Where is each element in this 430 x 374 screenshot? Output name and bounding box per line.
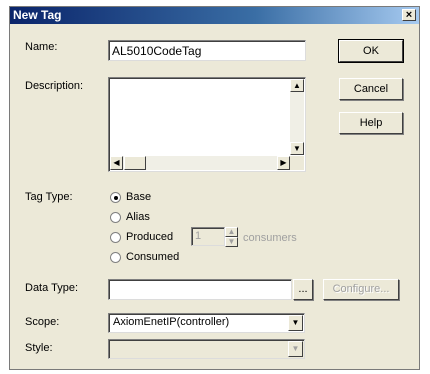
radio-produced[interactable] bbox=[110, 232, 121, 243]
description-horizontal-scrollbar[interactable]: ◀ ▶ bbox=[110, 156, 290, 170]
spin-up-icon: ▲ bbox=[227, 227, 236, 236]
name-input[interactable]: AL5010CodeTag bbox=[108, 40, 306, 61]
scroll-left-icon: ◀ bbox=[113, 158, 120, 167]
radio-produced-label[interactable]: Produced bbox=[126, 231, 173, 243]
scope-label: Scope: bbox=[25, 316, 60, 328]
radio-alias-label[interactable]: Alias bbox=[126, 211, 150, 223]
description-vertical-scrollbar[interactable]: ▲ ▼ bbox=[290, 79, 304, 155]
scroll-up-button[interactable]: ▲ bbox=[290, 79, 304, 92]
dialog-title: New Tag bbox=[13, 8, 62, 22]
scroll-left-button[interactable]: ◀ bbox=[110, 156, 123, 170]
scroll-right-button[interactable]: ▶ bbox=[277, 156, 290, 170]
scroll-thumb[interactable] bbox=[124, 156, 146, 170]
consumers-value: 1 bbox=[195, 230, 202, 242]
ok-button[interactable]: OK bbox=[338, 39, 404, 63]
scope-value: AxiomEnetIP(controller) bbox=[113, 316, 230, 328]
data-type-input[interactable] bbox=[108, 279, 292, 300]
data-type-label: Data Type: bbox=[25, 282, 78, 294]
consumers-spin-up[interactable]: ▲ bbox=[225, 227, 238, 237]
scope-dropdown-button[interactable]: ▼ bbox=[288, 315, 303, 331]
cancel-button[interactable]: Cancel bbox=[339, 78, 403, 100]
radio-consumed[interactable] bbox=[110, 252, 121, 263]
name-label: Name: bbox=[25, 41, 58, 53]
help-button[interactable]: Help bbox=[339, 112, 403, 134]
scroll-up-icon: ▲ bbox=[293, 81, 301, 90]
close-button[interactable]: × bbox=[402, 9, 416, 21]
name-value: AL5010CodeTag bbox=[112, 44, 202, 58]
scope-select[interactable]: AxiomEnetIP(controller) ▼ bbox=[108, 313, 305, 333]
browse-data-type-button[interactable]: ... bbox=[293, 279, 313, 300]
tag-type-label: Tag Type: bbox=[25, 191, 73, 203]
spin-down-icon: ▼ bbox=[227, 237, 236, 246]
scroll-down-button[interactable]: ▼ bbox=[290, 142, 304, 155]
description-label: Description: bbox=[25, 80, 84, 92]
consumers-label: consumers bbox=[243, 232, 297, 244]
style-select[interactable]: ▼ bbox=[108, 339, 305, 359]
scroll-down-icon: ▼ bbox=[293, 144, 301, 153]
configure-button[interactable]: Configure... bbox=[323, 279, 399, 300]
dropdown-icon: ▼ bbox=[291, 318, 300, 327]
radio-consumed-label[interactable]: Consumed bbox=[126, 251, 179, 263]
consumers-spin-down[interactable]: ▼ bbox=[225, 237, 238, 247]
scrollbar-corner bbox=[290, 156, 304, 170]
style-label: Style: bbox=[25, 342, 53, 354]
consumers-spinner-input[interactable]: 1 bbox=[191, 227, 225, 246]
scroll-right-icon: ▶ bbox=[280, 158, 287, 167]
title-bar: New Tag × bbox=[10, 7, 419, 24]
radio-base-label[interactable]: Base bbox=[126, 191, 151, 203]
close-icon: × bbox=[405, 9, 413, 21]
dropdown-icon: ▼ bbox=[291, 344, 300, 353]
radio-alias[interactable] bbox=[110, 212, 121, 223]
style-dropdown-button[interactable]: ▼ bbox=[288, 341, 303, 357]
description-textarea[interactable]: ▲ ▼ ◀ ▶ bbox=[108, 77, 306, 172]
new-tag-dialog: New Tag × Name: AL5010CodeTag OK Cancel … bbox=[9, 6, 420, 370]
radio-base[interactable] bbox=[110, 192, 121, 203]
